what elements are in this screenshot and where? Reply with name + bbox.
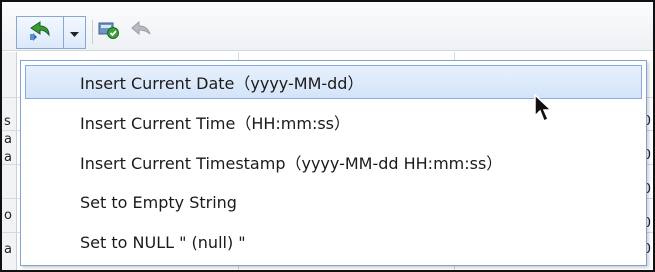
menu-item-label: Insert Current Date（yyyy-MM-dd） [80,74,364,93]
grid-cell-fragment: s [4,114,11,129]
apply-changes-icon [98,20,120,44]
toolbar-separator [92,20,93,44]
insert-value-button[interactable] [17,17,64,48]
dropdown-toggle[interactable] [64,17,85,48]
grid-cell-fragment: o [4,208,12,223]
insert-value-split-button[interactable] [16,16,86,49]
menu-item-insert-current-timestamp[interactable]: Insert Current Timestamp（yyyy-MM-dd HH:m… [25,145,642,179]
menu-item-label: Insert Current Timestamp（yyyy-MM-dd HH:m… [80,154,503,173]
revert-button[interactable] [128,19,156,45]
menu-item-label: Set to NULL " (null) " [80,232,246,252]
revert-icon [130,20,154,44]
dropdown-arrow-icon [70,23,79,42]
grid-cell-fragment: a [4,242,12,257]
application-window: s a a o a 0 0 0 0 0 [0,0,655,272]
menu-item-set-to-null[interactable]: Set to NULL " (null) " [25,225,642,259]
menu-item-set-to-empty-string[interactable]: Set to Empty String [25,185,642,219]
insert-value-icon [28,20,52,46]
mouse-cursor-icon [534,93,556,124]
toolbar [2,2,653,51]
menu-item-label: Insert Current Time（HH:mm:ss） [80,114,351,133]
grid-cell-fragment: a [4,150,12,165]
insert-value-dropdown-menu: Insert Current Date（yyyy-MM-dd） Insert C… [20,60,647,266]
apply-changes-button[interactable] [95,19,123,45]
grid-cell-fragment: a [4,132,12,147]
menu-item-label: Set to Empty String [80,192,237,212]
